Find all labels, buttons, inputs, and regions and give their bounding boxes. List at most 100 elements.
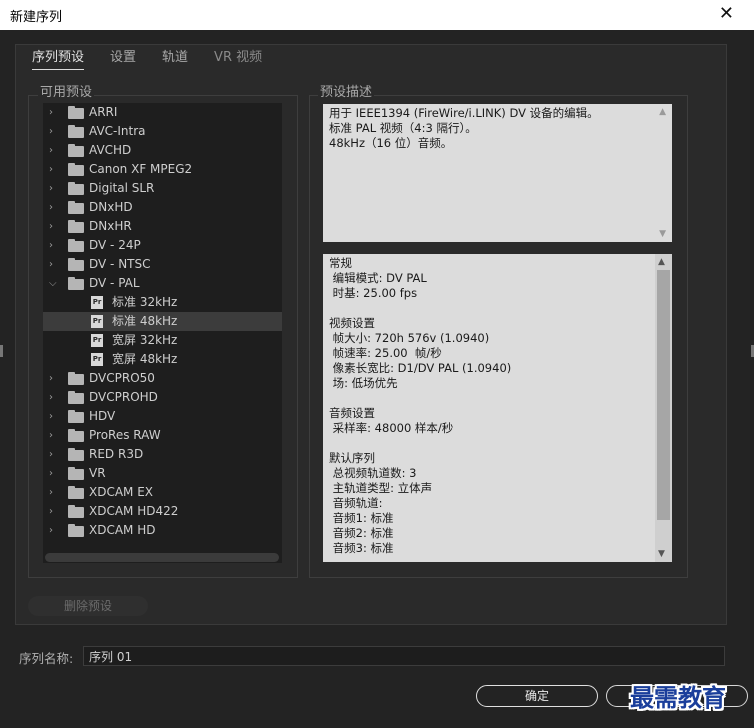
chevron-right-icon[interactable]: › — [49, 388, 59, 407]
tree-folder-row[interactable]: › RED R3D — [43, 445, 282, 464]
ok-button[interactable]: 确定 — [476, 685, 598, 707]
description-text: 用于 IEEE1394 (FireWire/i.LINK) DV 设备的编辑。 … — [329, 106, 599, 151]
chevron-right-icon[interactable]: › — [49, 502, 59, 521]
chevron-down-icon[interactable]: ▼ — [658, 549, 665, 559]
tree-item-label: AVC-Intra — [89, 124, 146, 138]
tree-item-label: DV - PAL — [89, 276, 140, 290]
details-line: 默认序列 — [329, 451, 375, 465]
chevron-right-icon[interactable]: › — [49, 179, 59, 198]
tree-preset-row[interactable]: Pr 标准 48kHz — [43, 312, 282, 331]
tab-sequence-presets[interactable]: 序列预设 — [32, 49, 85, 70]
preset-tree[interactable]: › ARRI › AVC-Intra › AVCHD › Canon XF MPEG2 › Dig… — [43, 103, 282, 563]
sequence-name-input[interactable]: 序列 01 — [83, 646, 725, 666]
tree-folder-row[interactable]: ⌵ DV - PAL — [43, 274, 282, 293]
tree-folder-row[interactable]: › VR — [43, 464, 282, 483]
chevron-right-icon[interactable]: › — [49, 407, 59, 426]
tree-item-label: 标准 48kHz — [112, 314, 178, 328]
details-line: 音频1: 标准 — [329, 511, 394, 525]
preset-file-icon: Pr — [91, 353, 103, 366]
details-line: 音频设置 — [329, 406, 375, 420]
close-icon[interactable]: ✕ — [719, 3, 734, 24]
chevron-right-icon[interactable]: › — [49, 103, 59, 122]
tree-folder-row[interactable]: › HDV — [43, 407, 282, 426]
tree-item-label: Canon XF MPEG2 — [89, 162, 193, 176]
tree-preset-row[interactable]: Pr 宽屏 48kHz — [43, 350, 282, 369]
preset-file-icon: Pr — [91, 296, 103, 309]
tree-folder-row[interactable]: › DV - 24P — [43, 236, 282, 255]
tree-folder-row[interactable]: › XDCAM EX — [43, 483, 282, 502]
details-line — [329, 391, 511, 406]
watermark-logo: 最需教育 — [630, 684, 726, 712]
chevron-right-icon[interactable]: › — [49, 122, 59, 141]
folder-icon — [68, 163, 84, 176]
details-line: 主轨道类型: 立体声 — [329, 481, 433, 495]
window-title: 新建序列 — [10, 10, 63, 25]
details-line: 编辑模式: DV PAL — [329, 271, 427, 285]
details-line: 像素长宽比: D1/DV PAL (1.0940) — [329, 361, 512, 375]
tree-folder-row[interactable]: › XDCAM HD — [43, 521, 282, 540]
chevron-right-icon[interactable]: › — [49, 464, 59, 483]
preset-file-icon: Pr — [91, 334, 103, 347]
scrollbar-thumb[interactable] — [657, 270, 670, 520]
chevron-right-icon[interactable]: › — [49, 160, 59, 179]
chevron-right-icon[interactable]: › — [49, 483, 59, 502]
tree-folder-row[interactable]: › XDCAM HD422 — [43, 502, 282, 521]
description-line: 用于 IEEE1394 (FireWire/i.LINK) DV 设备的编辑。 — [329, 106, 599, 120]
chevron-right-icon[interactable]: › — [49, 426, 59, 445]
tab-tracks[interactable]: 轨道 — [162, 49, 188, 69]
chevron-right-icon[interactable]: › — [49, 198, 59, 217]
folder-icon — [68, 220, 84, 233]
folder-icon — [68, 467, 84, 480]
details-line: 时基: 25.00 fps — [329, 286, 418, 300]
chevron-right-icon[interactable]: › — [49, 217, 59, 236]
tree-folder-row[interactable]: › ARRI — [43, 103, 282, 122]
folder-icon — [68, 125, 84, 138]
delete-preset-button[interactable]: 删除预设 — [28, 596, 148, 616]
folder-icon — [68, 524, 84, 537]
tree-preset-row[interactable]: Pr 标准 32kHz — [43, 293, 282, 312]
tree-folder-row[interactable]: › Canon XF MPEG2 — [43, 160, 282, 179]
tree-horizontal-scrollbar[interactable] — [45, 553, 279, 562]
tree-folder-row[interactable]: › DV - NTSC — [43, 255, 282, 274]
chevron-down-icon[interactable]: ▼ — [659, 229, 666, 239]
details-scrollbar[interactable]: ▲ ▼ — [655, 254, 672, 562]
tree-preset-row[interactable]: Pr 宽屏 32kHz — [43, 331, 282, 350]
tab-vr-video[interactable]: VR 视频 — [214, 49, 262, 69]
tree-item-label: RED R3D — [89, 447, 144, 461]
chevron-right-icon[interactable]: › — [49, 445, 59, 464]
chevron-right-icon[interactable]: › — [49, 255, 59, 274]
folder-icon — [68, 144, 84, 157]
tree-folder-row[interactable]: › DVCPRO50 — [43, 369, 282, 388]
chevron-up-icon[interactable]: ▲ — [658, 257, 665, 267]
chevron-down-icon[interactable]: ⌵ — [49, 274, 59, 293]
tree-folder-row[interactable]: › ProRes RAW — [43, 426, 282, 445]
chevron-right-icon[interactable]: › — [49, 141, 59, 160]
details-text-box: 常规 编辑模式: DV PAL 时基: 25.00 fps 视频设置 帧大小: 7… — [323, 254, 672, 562]
details-line: 音频2: 标准 — [329, 526, 394, 540]
chevron-right-icon[interactable]: › — [49, 369, 59, 388]
tree-item-label: XDCAM EX — [89, 485, 154, 499]
preset-file-icon: Pr — [91, 315, 103, 328]
folder-icon — [68, 258, 84, 271]
tree-folder-row[interactable]: › DVCPROHD — [43, 388, 282, 407]
folder-icon — [68, 505, 84, 518]
tree-item-label: DNxHR — [89, 219, 132, 233]
details-line: 场: 低场优先 — [329, 376, 398, 390]
chevron-right-icon[interactable]: › — [49, 521, 59, 540]
details-line: 帧大小: 720h 576v (1.0940) — [329, 331, 490, 345]
tree-folder-row[interactable]: › AVC-Intra — [43, 122, 282, 141]
available-presets-label: 可用预设 — [38, 81, 95, 100]
description-line: 标准 PAL 视频（4:3 隔行）。 — [329, 121, 477, 135]
tab-settings[interactable]: 设置 — [110, 49, 136, 69]
tree-folder-row[interactable]: › DNxHR — [43, 217, 282, 236]
tree-folder-row[interactable]: › DNxHD — [43, 198, 282, 217]
tree-item-label: AVCHD — [89, 143, 132, 157]
folder-icon — [68, 391, 84, 404]
tree-folder-row[interactable]: › AVCHD — [43, 141, 282, 160]
chevron-up-icon[interactable]: ▲ — [659, 107, 666, 117]
tree-item-label: DV - 24P — [89, 238, 141, 252]
chevron-right-icon[interactable]: › — [49, 236, 59, 255]
folder-icon — [68, 277, 84, 290]
tree-folder-row[interactable]: › Digital SLR — [43, 179, 282, 198]
details-line: 帧速率: 25.00 帧/秒 — [329, 346, 442, 360]
